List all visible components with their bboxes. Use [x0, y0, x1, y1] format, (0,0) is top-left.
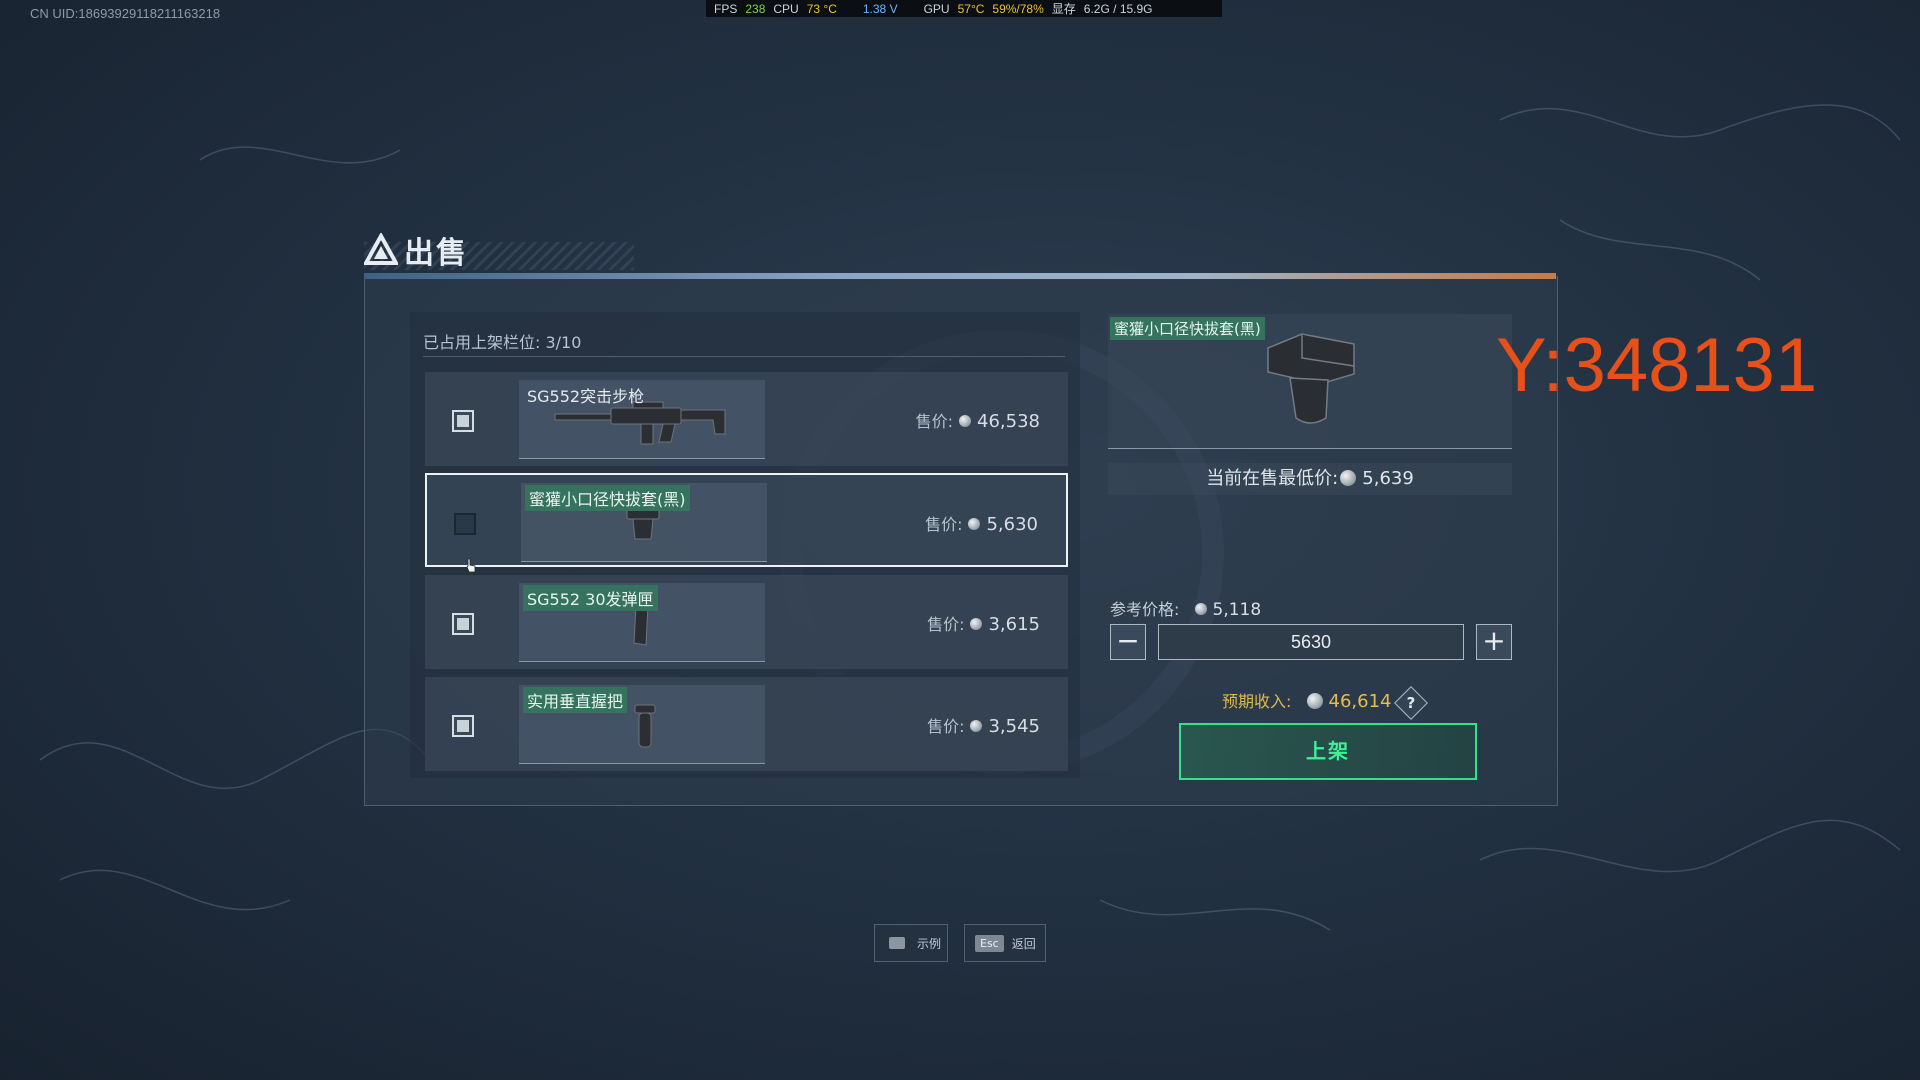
fps-label: FPS: [714, 1, 738, 16]
sell-item-row[interactable]: 实用垂直握把 售价: 3,545: [425, 677, 1068, 771]
vram-label: 显存: [1051, 2, 1076, 16]
price-label: 售价:: [927, 717, 965, 736]
lowest-price-label: 当前在售最低价:: [1206, 468, 1339, 489]
decrease-price-button[interactable]: −: [1110, 624, 1146, 660]
performance-overlay: FPS 238 CPU 73 °C 1.38 V GPU 57°C 59%/78…: [706, 0, 1222, 17]
cpu-temp: 73 °C: [806, 1, 837, 16]
muzzle-device-preview-icon: [1267, 333, 1355, 424]
vertical-grip-icon: [634, 704, 656, 748]
lowest-price: 当前在售最低价: 5,639: [1108, 463, 1512, 495]
coin-icon: [959, 414, 972, 427]
list-for-sale-button[interactable]: 上架: [1179, 723, 1477, 780]
coin-icon: [1340, 469, 1357, 486]
sell-item-row[interactable]: SG552 30发弹匣 售价: 3,615: [425, 575, 1068, 669]
price-value: 5,630: [986, 514, 1038, 535]
item-name: SG552突击步枪: [527, 387, 645, 406]
cpu-label: CPU: [773, 1, 799, 16]
lowest-price-value: 5,639: [1362, 468, 1414, 489]
reference-price-value: 5,118: [1212, 600, 1262, 620]
price-label: 售价:: [915, 412, 954, 431]
item-checkbox[interactable]: [452, 613, 474, 635]
fps-value: 238: [745, 1, 766, 16]
help-icon[interactable]: ?: [1394, 685, 1429, 720]
sell-item-row[interactable]: SG552突击步枪 售价: 46,538: [425, 372, 1068, 466]
gpu-temp: 57°C: [957, 1, 985, 16]
sell-item-row-selected[interactable]: 蜜獾小口径快拔套(黑) 售价: 5,630: [425, 473, 1068, 567]
item-price: 售价: 3,615: [927, 611, 1040, 635]
dialog-title: 出售: [404, 236, 468, 271]
expected-income-label: 预期收入:: [1222, 692, 1292, 711]
slots-used-text: 已占用上架栏位: 3/10: [423, 333, 582, 352]
back-hint-button[interactable]: Esc 返回: [964, 924, 1046, 962]
item-checkbox[interactable]: [452, 410, 474, 432]
price-input[interactable]: 5630: [1158, 624, 1464, 660]
item-checkbox[interactable]: [452, 715, 474, 737]
coin-icon: [1194, 603, 1207, 615]
vram-value: 6.2G / 15.9G: [1083, 1, 1153, 16]
gpu-label: GPU: [923, 1, 950, 16]
cpu-volt: 1.38 V: [862, 1, 898, 16]
coin-icon: [970, 719, 983, 732]
player-uid: CN UID:18693929118211163218: [30, 6, 221, 21]
coin-icon: [970, 617, 983, 630]
coin-icon: [968, 517, 981, 530]
item-price: 售价: 3,545: [927, 713, 1040, 737]
item-price: 售价: 5,630: [925, 511, 1038, 535]
item-name: 实用垂直握把: [523, 687, 628, 713]
mouse-cursor-icon: [466, 558, 476, 573]
price-label: 售价:: [927, 615, 965, 634]
price-value: 3,615: [988, 614, 1040, 635]
item-price: 售价: 46,538: [916, 408, 1040, 432]
item-checkbox[interactable]: [454, 513, 476, 535]
esc-key-icon: Esc: [975, 934, 1004, 952]
reference-price: 参考价格: 5,118: [1110, 596, 1261, 620]
panel-top-bar: [364, 273, 1556, 279]
expected-income-value: 46,614: [1328, 691, 1392, 712]
dialog-title-bar: 出售: [364, 228, 468, 272]
item-name: SG552 30发弹匣: [523, 585, 658, 611]
game-logo-icon: [364, 233, 398, 265]
y-coordinate-readout: Y:348131: [1496, 323, 1818, 408]
preview-item-name: 蜜獾小口径快拔套(黑): [1110, 317, 1265, 340]
gpu-load: 59%/78%: [992, 1, 1044, 16]
price-value: 46,538: [977, 411, 1040, 432]
example-label: 示例: [917, 936, 942, 951]
help-icon-glyph: ?: [1407, 693, 1416, 712]
slots-divider: [423, 356, 1065, 357]
price-value: 3,545: [988, 716, 1040, 737]
back-label: 返回: [1011, 936, 1036, 951]
coin-icon: [1306, 693, 1323, 709]
item-name: 蜜獾小口径快拔套(黑): [525, 485, 690, 511]
price-label: 售价:: [925, 515, 963, 534]
example-hint-button[interactable]: 示例: [874, 924, 948, 962]
expected-income: 预期收入: 46,614?: [1222, 685, 1429, 720]
reference-price-label: 参考价格:: [1110, 600, 1180, 619]
increase-price-button[interactable]: +: [1476, 624, 1512, 660]
book-icon: [889, 937, 905, 949]
